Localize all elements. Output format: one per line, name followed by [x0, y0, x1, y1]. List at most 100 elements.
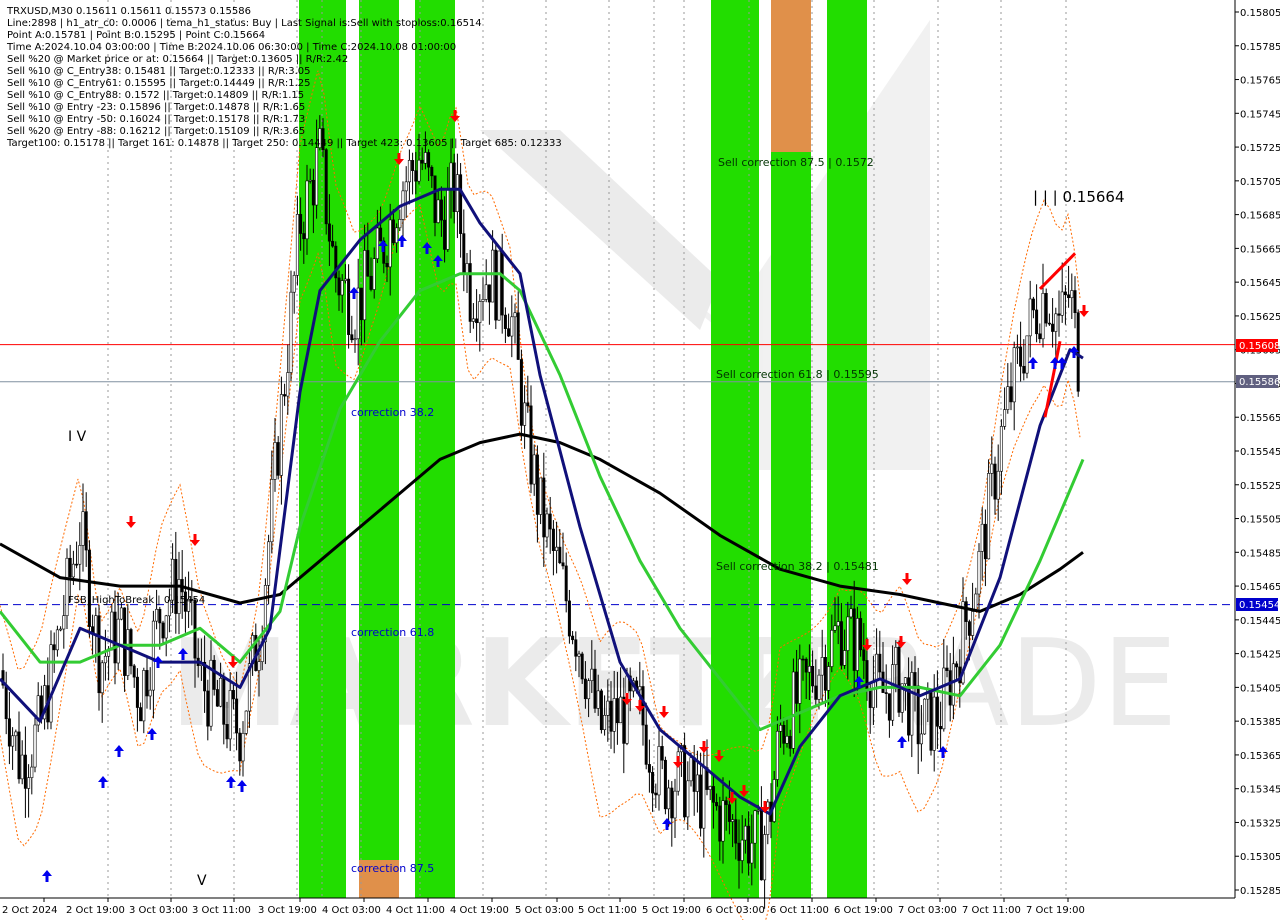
bear-candle [814, 685, 818, 700]
candlestick-chart: MARKETZ ITRADE TRXUSD,M30 0.15611 0.1561… [0, 0, 1280, 920]
info-line: Line:2898 | h1_atr_c0: 0.0006 | tema_h1_… [7, 18, 482, 29]
bull-candle [779, 724, 783, 732]
time-tick-label: 5 Oct 19:00 [642, 905, 701, 916]
bear-candle [868, 689, 872, 708]
bull-candle [78, 545, 82, 565]
bear-candle [507, 328, 511, 337]
bull-candle [116, 618, 120, 664]
bear-candle [670, 787, 674, 819]
bear-candle [1067, 294, 1071, 299]
bear-candle [804, 658, 808, 673]
info-line: Time A:2024.10.04 03:00:00 | Time B:2024… [6, 42, 456, 53]
correction-zone [711, 0, 759, 898]
bear-candle [1063, 291, 1067, 296]
bull-candle [545, 513, 549, 538]
bull-candle [833, 625, 837, 631]
bear-candle [935, 696, 939, 727]
bull-candle [619, 696, 623, 724]
bear-candle [350, 334, 354, 341]
bear-candle [212, 659, 216, 690]
bear-candle [433, 175, 437, 223]
bear-candle [468, 263, 472, 322]
price-tick-label: 0.15685 [1240, 211, 1280, 222]
bull-candle [1054, 313, 1058, 332]
bear-candle [206, 690, 210, 727]
bull-candle [417, 159, 421, 182]
bear-candle [113, 611, 117, 664]
bear-candle [811, 665, 815, 687]
bull-candle [30, 766, 34, 778]
price-tick-label: 0.15705 [1240, 177, 1280, 188]
bull-candle [539, 477, 543, 515]
bull-candle [894, 646, 898, 665]
bear-candle [734, 819, 738, 844]
bear-candle [551, 528, 555, 551]
bull-candle [753, 810, 757, 844]
bull-candle [849, 608, 853, 618]
orange-zone [771, 0, 811, 152]
bear-candle [222, 678, 226, 725]
bull-candle [372, 258, 376, 290]
bear-candle [331, 240, 335, 247]
info-line: Sell %10 @ C_Entry88: 0.1572 || Target:0… [7, 90, 304, 101]
correction-zone [415, 0, 455, 898]
bull-candle [65, 557, 69, 617]
bull-candle [523, 402, 527, 426]
bull-candle [606, 700, 610, 716]
bull-candle [436, 199, 440, 223]
bear-candle [516, 312, 520, 360]
bear-candle [494, 249, 498, 321]
bear-candle [68, 557, 72, 578]
price-tick-label: 0.15285 [1240, 886, 1280, 897]
bear-candle [414, 170, 418, 182]
bull-candle [14, 731, 18, 737]
bull-candle [55, 629, 59, 651]
bear-candle [801, 658, 805, 661]
bear-candle [75, 563, 79, 566]
time-tick-label: 2 Oct 2024 [2, 905, 57, 916]
bear-candle [644, 724, 648, 765]
bear-candle [276, 442, 280, 476]
bear-candle [347, 278, 351, 335]
bull-candle [343, 278, 347, 281]
bull-candle [903, 677, 907, 685]
bear-candle [84, 511, 88, 551]
bull-candle [638, 686, 642, 691]
price-tick-label: 0.15785 [1240, 42, 1280, 53]
bull-candle [987, 473, 991, 560]
bull-candle [279, 394, 283, 476]
bull-candle [827, 666, 831, 691]
bull-candle [267, 541, 271, 586]
bull-candle [81, 511, 85, 546]
info-line: Target100: 0.15178 || Target 161: 0.1487… [6, 138, 562, 149]
bull-candle [353, 338, 357, 341]
bear-candle [542, 477, 546, 538]
time-tick-label: 4 Oct 19:00 [450, 905, 509, 916]
info-line: Sell %20 @ Market price or at: 0.15664 |… [7, 54, 348, 65]
bull-candle [1003, 409, 1007, 427]
price-tick-label: 0.15345 [1240, 785, 1280, 796]
bull-candle [625, 675, 629, 744]
bull-candle [315, 147, 319, 206]
bear-candle [475, 318, 479, 324]
bear-candle [692, 757, 696, 792]
time-tick-label: 3 Oct 03:00 [129, 905, 188, 916]
bull-candle [836, 621, 840, 627]
bear-candle [660, 746, 664, 761]
bear-candle [132, 665, 136, 678]
sell-correction-382-label: Sell correction 38.2 | 0.15481 [716, 560, 879, 573]
time-tick-label: 4 Oct 11:00 [386, 905, 445, 916]
bear-candle [878, 653, 882, 673]
bull-candle [820, 657, 824, 676]
bear-candle [145, 670, 149, 697]
bear-candle [1047, 322, 1051, 325]
bear-candle [411, 160, 415, 171]
bull-candle [1015, 346, 1019, 349]
price-tick-label: 0.15485 [1240, 548, 1280, 559]
bull-candle [455, 174, 459, 212]
bear-candle [913, 672, 917, 687]
bear-candle [897, 646, 901, 713]
bull-candle [449, 162, 453, 191]
bull-candle [1070, 290, 1074, 299]
bull-candle [923, 698, 927, 735]
